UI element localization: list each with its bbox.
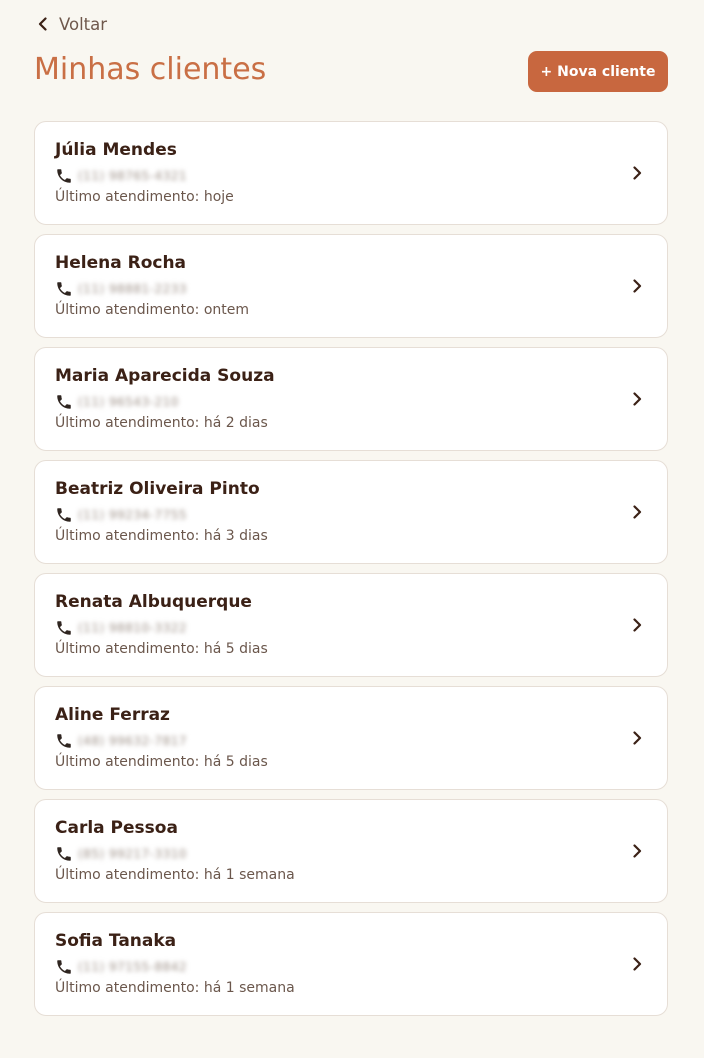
phone-icon xyxy=(55,167,73,185)
client-name: Renata Albuquerque xyxy=(55,592,252,612)
back-link[interactable]: Voltar xyxy=(36,12,107,36)
chevron-left-icon xyxy=(36,17,50,31)
client-phone: (11) 98765-4321 xyxy=(78,169,187,183)
new-client-button[interactable]: + Nova cliente xyxy=(528,51,668,92)
phone-icon xyxy=(55,845,73,863)
phone-icon xyxy=(55,280,73,298)
client-card[interactable]: Maria Aparecida Souza (11) 96543-210 Últim… xyxy=(34,347,668,451)
client-phone: (11) 97155-8842 xyxy=(78,960,187,974)
client-phone-row: (11) 98810-3322 xyxy=(55,619,187,637)
client-phone-row: (48) 99632-7817 xyxy=(55,732,187,750)
client-phone-row: (11) 96543-210 xyxy=(55,393,179,411)
client-card[interactable]: Aline Ferraz (48) 99632-7817 Último atendi… xyxy=(34,686,668,790)
client-phone: (48) 99632-7817 xyxy=(78,734,187,748)
client-name: Júlia Mendes xyxy=(55,140,177,160)
chevron-right-icon xyxy=(629,504,645,520)
client-card[interactable]: Helena Rocha (11) 98881-2233 Último atendi… xyxy=(34,234,668,338)
client-last-visit: Último atendimento: há 5 dias xyxy=(55,754,268,770)
client-list: Júlia Mendes (11) 98765-4321 Último atendi… xyxy=(34,121,668,1016)
chevron-right-icon xyxy=(629,278,645,294)
chevron-right-icon xyxy=(629,956,645,972)
phone-icon xyxy=(55,732,73,750)
client-card[interactable]: Júlia Mendes (11) 98765-4321 Último atendi… xyxy=(34,121,668,225)
client-last-visit: Último atendimento: há 5 dias xyxy=(55,641,268,657)
chevron-right-icon xyxy=(629,730,645,746)
client-last-visit: Último atendimento: há 3 dias xyxy=(55,528,268,544)
phone-icon xyxy=(55,506,73,524)
phone-icon xyxy=(55,619,73,637)
client-phone-row: (11) 98881-2233 xyxy=(55,280,187,298)
chevron-right-icon xyxy=(629,843,645,859)
client-last-visit: Último atendimento: há 1 semana xyxy=(55,980,295,996)
phone-icon xyxy=(55,958,73,976)
client-name: Maria Aparecida Souza xyxy=(55,366,275,386)
client-last-visit: Último atendimento: ontem xyxy=(55,302,250,318)
client-name: Beatriz Oliveira Pinto xyxy=(55,479,260,499)
page-title: Minhas clientes xyxy=(34,52,267,87)
client-last-visit: Último atendimento: hoje xyxy=(55,189,234,205)
back-label: Voltar xyxy=(59,14,108,34)
chevron-right-icon xyxy=(629,617,645,633)
client-last-visit: Último atendimento: há 2 dias xyxy=(55,415,268,431)
client-phone: (85) 99217-3310 xyxy=(78,847,187,861)
client-name: Aline Ferraz xyxy=(55,705,170,725)
client-phone: (11) 96543-210 xyxy=(78,395,179,409)
client-phone-row: (11) 99234-7755 xyxy=(55,506,187,524)
client-phone: (11) 98881-2233 xyxy=(78,282,187,296)
client-card[interactable]: Sofia Tanaka (11) 97155-8842 Último atendi… xyxy=(34,912,668,1016)
client-name: Sofia Tanaka xyxy=(55,931,177,951)
client-name: Carla Pessoa xyxy=(55,818,178,838)
chevron-right-icon xyxy=(629,165,645,181)
client-last-visit: Último atendimento: há 1 semana xyxy=(55,867,295,883)
client-phone: (11) 99234-7755 xyxy=(78,508,187,522)
chevron-right-icon xyxy=(629,391,645,407)
phone-icon xyxy=(55,393,73,411)
client-phone-row: (11) 97155-8842 xyxy=(55,958,187,976)
client-card[interactable]: Renata Albuquerque (11) 98810-3322 Último … xyxy=(34,573,668,677)
client-card[interactable]: Beatriz Oliveira Pinto (11) 99234-7755 Últ… xyxy=(34,460,668,564)
client-card[interactable]: Carla Pessoa (85) 99217-3310 Último atendi… xyxy=(34,799,668,903)
client-phone-row: (11) 98765-4321 xyxy=(55,167,187,185)
client-name: Helena Rocha xyxy=(55,253,187,273)
client-phone: (11) 98810-3322 xyxy=(78,621,187,635)
client-phone-row: (85) 99217-3310 xyxy=(55,845,187,863)
